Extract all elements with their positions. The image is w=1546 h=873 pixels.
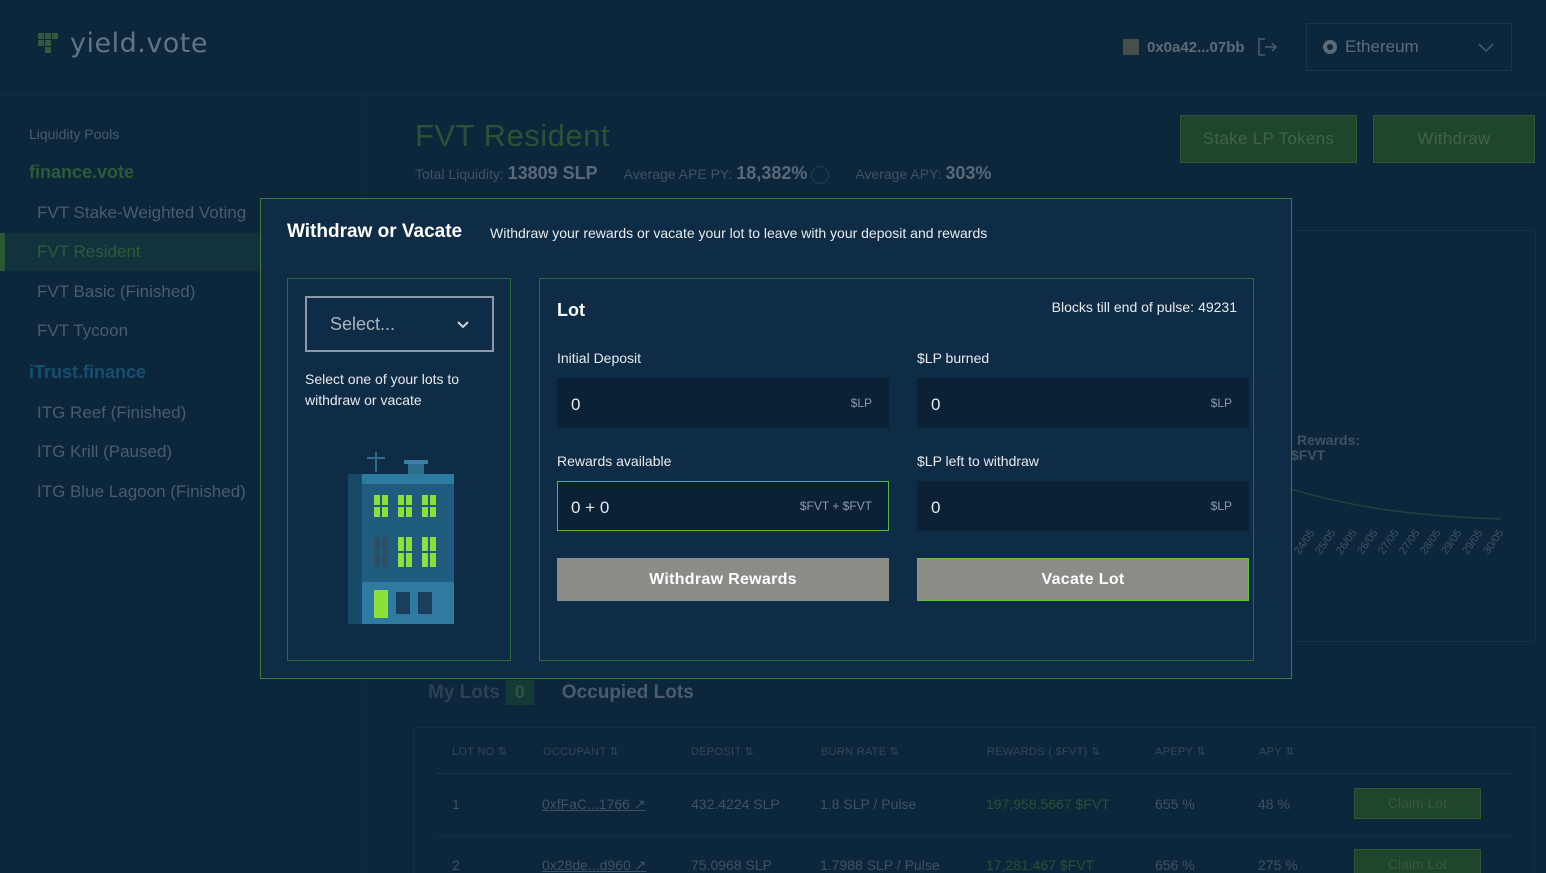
withdraw-vacate-modal: Withdraw or Vacate Withdraw your rewards… [260,198,1292,679]
vacate-lot-button[interactable]: Vacate Lot [917,558,1249,601]
lot-select-placeholder: Select... [330,313,396,334]
lot-title: Lot [557,300,585,320]
lp-left-value: 0 [931,498,941,517]
rewards-available-field[interactable]: 0 + 0 $FVT + $FVT [557,481,889,531]
lot-select-help: Select one of your lots to withdraw or v… [305,371,460,408]
lot-select-card: Select... Select one of your lots to wit… [287,278,511,661]
lp-burned-field: 0 $LP [917,378,1249,428]
initial-deposit-field: 0 $LP [557,378,889,428]
lp-left-field: 0 $LP [917,481,1249,531]
chevron-down-icon [457,321,469,329]
blocks-till-end: Blocks till end of pulse: 49231 [1051,299,1237,315]
lp-burned-label: $LP burned [917,350,990,366]
rewards-available-value: 0 + 0 [571,498,610,517]
withdraw-rewards-button[interactable]: Withdraw Rewards [557,558,889,601]
rewards-available-label: Rewards available [557,453,672,469]
lp-left-label: $LP left to withdraw [917,453,1039,469]
initial-deposit-value: 0 [571,395,581,414]
initial-deposit-unit: $LP [850,396,872,410]
modal-title: Withdraw or Vacate [287,221,463,242]
initial-deposit-label: Initial Deposit [557,350,642,366]
modal-subtitle: Withdraw your rewards or vacate your lot… [490,225,988,241]
lp-burned-unit: $LP [1210,396,1232,410]
lp-burned-value: 0 [931,395,941,414]
lot-details-card: Lot Blocks till end of pulse: 49231 Initi… [539,278,1254,661]
rewards-available-unit: $FVT + $FVT [799,499,872,513]
lp-left-unit: $LP [1210,499,1232,513]
building-illustration [348,452,454,624]
lot-select[interactable]: Select... [305,296,494,352]
